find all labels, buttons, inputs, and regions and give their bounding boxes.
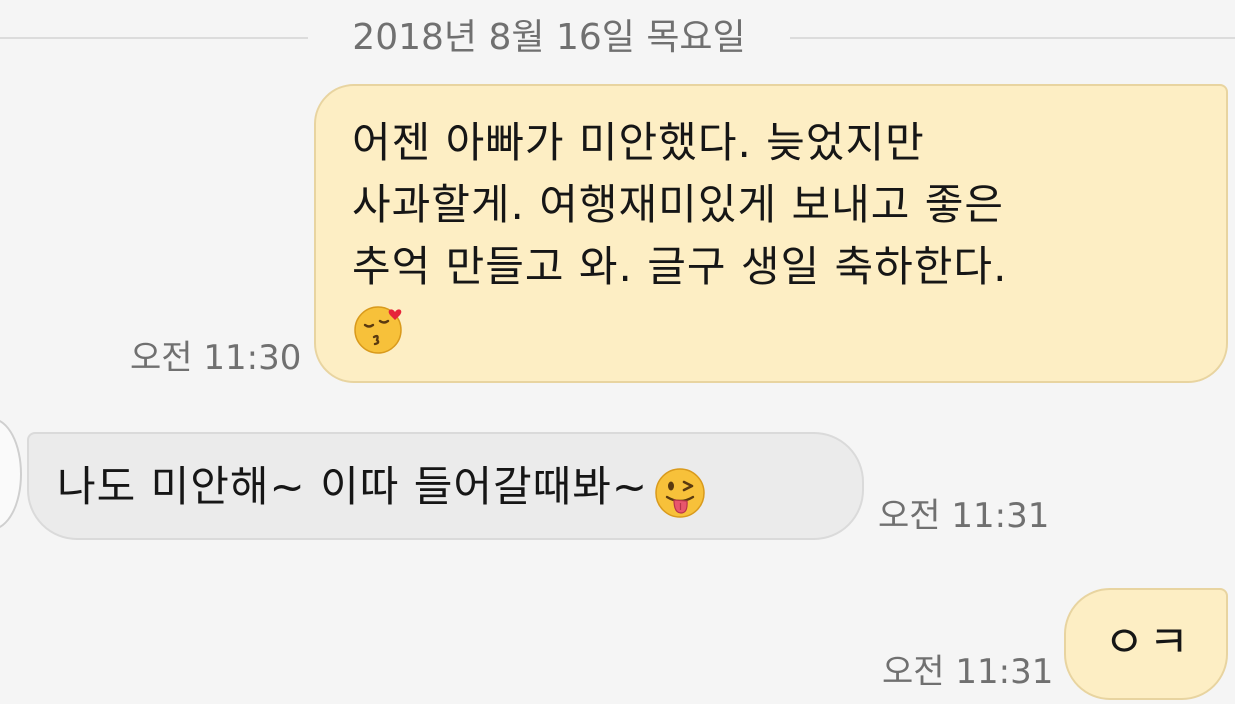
avatar[interactable] <box>0 418 22 530</box>
divider-line-left <box>0 37 308 39</box>
message-bubble-sent[interactable]: ㅇㅋ <box>1064 588 1228 700</box>
winking-tongue-face-emoji-icon <box>652 465 708 521</box>
kissing-face-heart-emoji-icon <box>352 300 408 356</box>
divider-line-right <box>790 37 1235 39</box>
message-text: ㅇㅋ <box>1104 617 1193 668</box>
chat-screen: 2018년 8월 16일 목요일 어젠 아빠가 미안했다. 늦었지만 사과할게.… <box>0 0 1235 704</box>
date-divider: 2018년 8월 16일 목요일 <box>0 12 1235 62</box>
message-text: 어젠 아빠가 미안했다. 늦었지만 사과할게. 여행재미있게 보내고 좋은 추억… <box>352 118 1008 291</box>
date-label: 2018년 8월 16일 목요일 <box>352 17 746 58</box>
message-bubble-received[interactable]: 나도 미안해~ 이따 들어갈때봐~ <box>27 432 864 540</box>
message-timestamp: 오전 11:31 <box>882 652 1054 692</box>
message-text: 나도 미안해~ 이따 들어갈때봐~ <box>57 462 649 511</box>
message-timestamp: 오전 11:31 <box>878 496 1050 536</box>
message-bubble-sent[interactable]: 어젠 아빠가 미안했다. 늦었지만 사과할게. 여행재미있게 보내고 좋은 추억… <box>314 84 1228 383</box>
message-timestamp: 오전 11:30 <box>130 338 302 378</box>
